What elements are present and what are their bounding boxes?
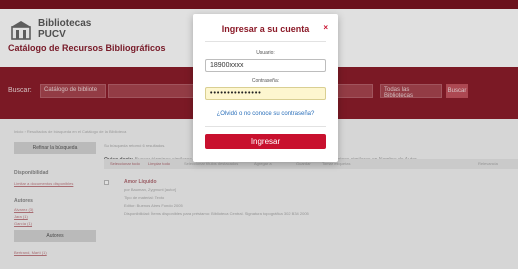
password-field[interactable]: ••••••••••••••• — [205, 87, 326, 100]
username-label: Usuario: — [256, 50, 275, 56]
login-modal: Ingresar a su cuenta × Usuario: 18900xxx… — [193, 14, 338, 162]
username-field[interactable]: 18900xxxx — [205, 59, 326, 72]
password-label: Contraseña: — [251, 78, 280, 84]
header-divider — [205, 41, 326, 42]
modal-title: Ingresar a su cuenta — [221, 24, 310, 34]
footer-divider — [205, 126, 326, 127]
forgot-password-link[interactable]: ¿Olvidó o no conoce su contraseña? — [193, 111, 338, 117]
close-icon[interactable]: × — [323, 23, 328, 32]
login-button[interactable]: Ingresar — [205, 134, 326, 149]
